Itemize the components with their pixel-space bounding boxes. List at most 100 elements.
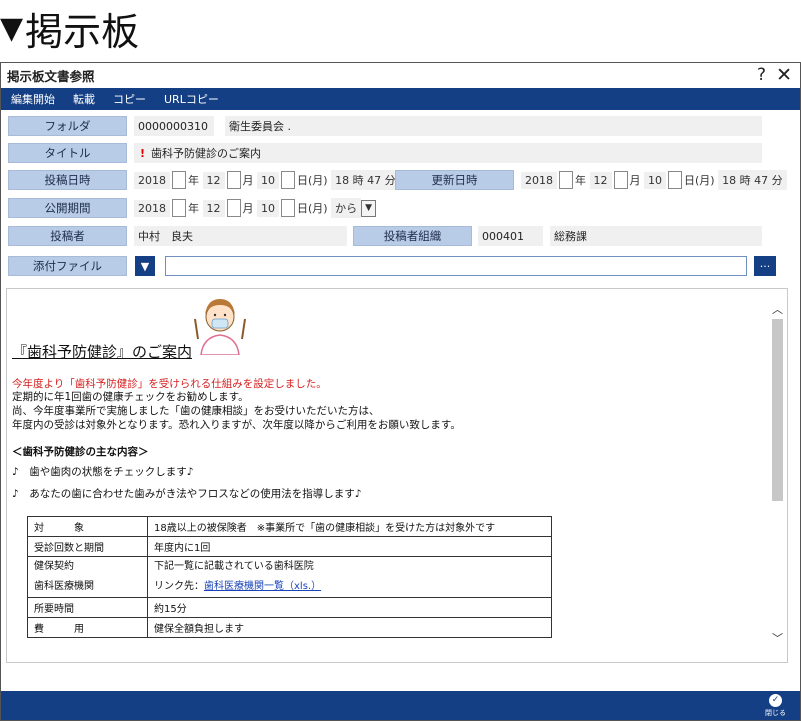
org-code: 000401 (478, 226, 543, 246)
table-cell-line: 歯科医療機関 (34, 581, 94, 592)
table-cell: 費 用 (27, 617, 148, 638)
update-hour: 18 (722, 174, 737, 187)
close-icon[interactable]: ✕ (776, 64, 792, 86)
scroll-down-icon[interactable]: ﹀ (772, 630, 783, 646)
close-button[interactable]: ✓ 閉じる (765, 694, 786, 718)
menu-bar: 編集開始 転載 コピー URLコピー (1, 88, 800, 110)
dental-list-link[interactable]: 歯科医療機関一覧（xls.） (204, 581, 321, 592)
footer-bar: ✓ 閉じる (1, 691, 800, 720)
post-minute-suffix: 分 (384, 174, 396, 187)
title-bar: 掲示板文書参照 ? ✕ (1, 63, 800, 88)
table-row: 健保契約 歯科医療機関 下記一覧に記載されている歯科医院 リンク先：歯科医療機関… (27, 556, 552, 598)
table-cell-line: 健保契約 (34, 561, 74, 572)
menu-copy[interactable]: コピー (113, 91, 146, 107)
table-cell: 約15分 (147, 597, 552, 618)
post-hour: 18 (335, 174, 350, 187)
body-line: 年度内の受診は対象外となります。恐れ入りますが、次年度以降からご利用をお願い致し… (12, 419, 461, 431)
scroll-up-icon[interactable]: ︿ (772, 301, 783, 317)
publish-year-suffix: 年 (188, 202, 199, 215)
link-prefix: リンク先： (154, 581, 204, 592)
table-cell: 健保契約 歯科医療機関 (27, 556, 148, 598)
post-month-suffix: 月 (242, 174, 254, 187)
publish-from: から (331, 198, 362, 218)
title-label: タイトル (8, 143, 127, 163)
table-row: 対 象 18歳以上の被保険者 ※事業所で「歯の健康相談」を受けた方は対象外です (27, 516, 552, 537)
org-label: 投稿者組織 (353, 226, 472, 246)
update-month: 12 (589, 171, 612, 189)
update-minute: 47 (754, 174, 769, 187)
attachment-field[interactable] (165, 256, 747, 276)
update-day-dropdown[interactable] (668, 171, 682, 189)
update-hour-suffix: 時 (739, 174, 751, 187)
publish-year-dropdown[interactable] (172, 199, 186, 217)
title-value: 歯科予防健診のご案内 (151, 147, 262, 160)
table-cell: 18歳以上の被保険者 ※事業所で「歯の健康相談」を受けた方は対象外です (147, 516, 552, 537)
post-day-suffix: 日(月) (297, 174, 328, 187)
org-name: 総務課 (550, 226, 762, 246)
post-minute: 47 (367, 174, 382, 187)
menu-edit-start[interactable]: 編集開始 (11, 91, 55, 107)
update-day-suffix: 日(月) (684, 174, 715, 187)
update-year: 2018 (521, 171, 557, 189)
table-cell-line: 下記一覧に記載されている歯科医院 (154, 561, 314, 572)
publish-day: 10 (257, 199, 279, 217)
page-heading-text: 掲示板 (25, 9, 140, 54)
table-row: 受診回数と期間 年度内に1回 (27, 536, 552, 557)
update-year-dropdown[interactable] (559, 171, 573, 189)
triangle-marker-icon: ▼ (0, 10, 24, 46)
document-title: 『歯科予防健診』のご案内 (12, 343, 193, 361)
publish-year: 2018 (134, 199, 170, 217)
post-month-dropdown[interactable] (226, 171, 241, 189)
section-title: ＜歯科予防健診の主な内容＞ (12, 446, 149, 458)
window-title: 掲示板文書参照 (7, 69, 95, 84)
help-icon[interactable]: ? (757, 65, 766, 85)
post-year: 2018 (134, 171, 170, 189)
post-date-field: 2018 年 12 月 10 日(月) 18 時 47 分 (134, 170, 400, 190)
post-date-label: 投稿日時 (8, 170, 127, 190)
important-icon: ! (140, 146, 146, 160)
update-time: 18 時 47 分 (718, 170, 787, 190)
table-cell: 下記一覧に記載されている歯科医院 リンク先：歯科医療機関一覧（xls.） (147, 556, 552, 598)
chevron-down-icon[interactable]: ▼ (361, 199, 377, 217)
table-cell: 所要時間 (27, 597, 148, 618)
table-cell: 年度内に1回 (147, 536, 552, 557)
poster-label: 投稿者 (8, 226, 127, 246)
publish-month-suffix: 月 (242, 202, 254, 215)
attach-label: 添付ファイル (8, 256, 127, 276)
update-date-field: 2018 年 12 月 10 日(月) 18 時 47 分 (521, 170, 787, 190)
publish-month-dropdown[interactable] (226, 199, 241, 217)
publish-month: 12 (202, 199, 225, 217)
folder-id: 0000000310 (134, 116, 214, 136)
publish-day-dropdown[interactable] (281, 199, 295, 217)
attach-chevron-down-icon[interactable]: ▼ (135, 256, 155, 276)
update-month-suffix: 月 (629, 174, 641, 187)
check-icon: ✓ (769, 694, 782, 707)
body-line: 尚、今年度事業所で実施しました「歯の健康相談」をお受けいただいた方は、 (12, 405, 380, 417)
menu-url-copy[interactable]: URLコピー (164, 91, 219, 107)
close-button-label: 閉じる (765, 709, 786, 717)
menu-repost[interactable]: 転載 (73, 91, 95, 107)
publish-label: 公開期間 (8, 198, 127, 218)
vertical-scrollbar[interactable]: ︿ ﹀ (769, 289, 787, 662)
post-year-dropdown[interactable] (172, 171, 186, 189)
page-heading: ▼ 掲示板 (0, 0, 139, 56)
post-year-suffix: 年 (188, 174, 199, 187)
scroll-thumb[interactable] (772, 319, 783, 501)
post-time: 18 時 47 分 (331, 170, 400, 190)
update-month-dropdown[interactable] (613, 171, 628, 189)
more-button[interactable]: ··· (754, 256, 776, 276)
table-cell-line: リンク先：歯科医療機関一覧（xls.） (154, 577, 545, 597)
publish-day-suffix: 日(月) (297, 202, 328, 215)
publish-field: 2018 年 12 月 10 日(月) から ▼ (134, 198, 377, 218)
update-date-label: 更新日時 (395, 170, 514, 190)
post-hour-suffix: 時 (352, 174, 364, 187)
nurse-illustration (194, 299, 246, 355)
post-day: 10 (257, 171, 279, 189)
table-cell: 対 象 (27, 516, 148, 537)
body-line: 定期的に年1回歯の健康チェックをお勧めします。 (12, 391, 249, 403)
post-month: 12 (202, 171, 225, 189)
info-table: 対 象 18歳以上の被保険者 ※事業所で「歯の健康相談」を受けた方は対象外です … (27, 516, 552, 638)
document-body: 『歯科予防健診』のご案内 今年度より「歯科予防健診」を受けられる仕組みを設定しま… (6, 288, 788, 663)
update-day: 10 (644, 171, 666, 189)
post-day-dropdown[interactable] (281, 171, 295, 189)
